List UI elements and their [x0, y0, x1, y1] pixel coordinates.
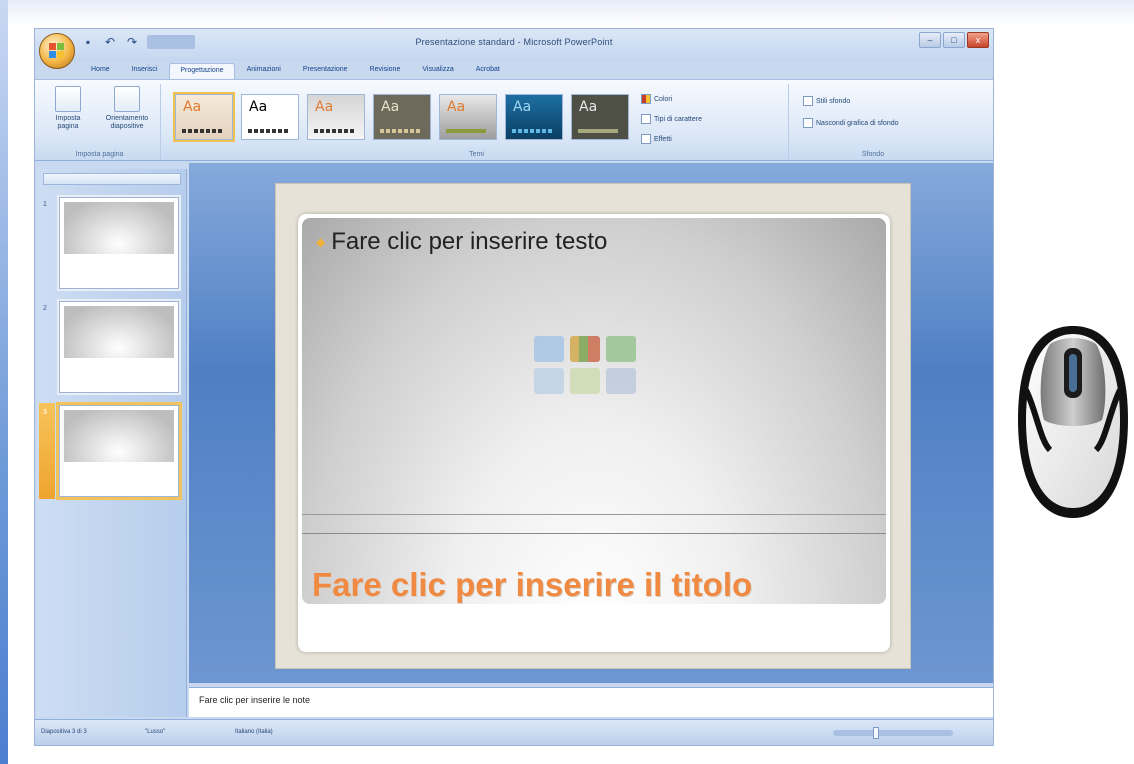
pane-tabs[interactable]: [43, 173, 181, 185]
page-setup-icon: [55, 86, 81, 112]
page-setup-group: Imposta pagina Orientamento diapositive …: [39, 84, 161, 160]
page-setup-group-label: Imposta pagina: [75, 151, 124, 158]
hide-background-checkbox[interactable]: Nascondi grafica di sfondo: [803, 118, 899, 128]
tab-inserisci[interactable]: Inserisci: [122, 63, 168, 79]
office-button[interactable]: [39, 33, 75, 69]
title-placeholder-text[interactable]: Fare clic per inserire il titolo: [312, 566, 752, 604]
background-group: Stili sfondo Nascondi grafica di sfondo …: [793, 84, 953, 160]
office-logo-icon: [49, 43, 65, 59]
notes-pane[interactable]: Fare clic per inserire le note: [189, 687, 993, 717]
slide-editing-area: ◆ Fare clic per inserire testo Fare clic…: [189, 163, 993, 683]
insert-media-icon[interactable]: [606, 368, 636, 394]
maximize-button[interactable]: □: [943, 32, 965, 48]
slide-thumbnail-1[interactable]: [59, 197, 179, 289]
close-button[interactable]: x: [967, 32, 989, 48]
background-styles-button[interactable]: Stili sfondo: [803, 96, 850, 106]
language-status[interactable]: Italiano (Italia): [235, 729, 273, 735]
tab-home[interactable]: Home: [81, 63, 120, 79]
status-bar: Diapositiva 3 di 3 "Lusso" Italiano (Ita…: [35, 719, 993, 745]
insert-content-icons: [534, 336, 638, 396]
selection-marker: [39, 403, 55, 499]
theme-thumb-5[interactable]: Aa: [439, 94, 497, 140]
effects-button[interactable]: Effetti: [641, 134, 672, 144]
colors-icon: [641, 94, 651, 104]
tab-presentazione[interactable]: Presentazione: [293, 63, 358, 79]
colors-button[interactable]: Colori: [641, 94, 672, 104]
thumb-number: 3: [43, 409, 47, 416]
theme-thumb-6[interactable]: Aa: [505, 94, 563, 140]
title-bar: ▪ ↶ ↷ Presentazione standard - Microsoft…: [35, 29, 993, 61]
theme-name: "Lusso": [145, 729, 166, 735]
tab-progettazione[interactable]: Progettazione: [169, 63, 235, 79]
tab-acrobat[interactable]: Acrobat: [466, 63, 510, 79]
window-controls: – □ x: [919, 32, 989, 48]
tab-animazioni[interactable]: Animazioni: [237, 63, 291, 79]
insert-smartart-icon[interactable]: [606, 336, 636, 362]
slide-thumbnail-3[interactable]: [59, 405, 179, 497]
insert-picture-icon[interactable]: [534, 368, 564, 394]
slide-divider-lines: [302, 514, 886, 534]
slide-frame: ◆ Fare clic per inserire testo Fare clic…: [275, 183, 911, 669]
computer-mouse-illustration: [1018, 326, 1128, 518]
background-styles-icon: [803, 96, 813, 106]
zoom-thumb[interactable]: [873, 727, 879, 739]
page-setup-button[interactable]: Imposta pagina: [45, 86, 91, 131]
effects-icon: [641, 134, 651, 144]
background-group-label: Sfondo: [861, 151, 885, 158]
slides-pane: 1 2 3: [37, 169, 187, 717]
slide-background: [302, 218, 886, 604]
insert-chart-icon[interactable]: [570, 336, 600, 362]
ribbon-tabs: Home Inserisci Progettazione Animazioni …: [81, 63, 510, 79]
bullet-icon: ◆: [316, 235, 326, 249]
thumb-number: 2: [43, 305, 47, 312]
window-title: Presentazione standard - Microsoft Power…: [415, 37, 613, 47]
ribbon: Imposta pagina Orientamento diapositive …: [35, 79, 993, 161]
left-accent-strip: [0, 0, 8, 764]
themes-group: Aa Aa Aa Aa Aa Aa Aa Colori Tipi di cara…: [165, 84, 789, 160]
current-slide: ◆ Fare clic per inserire testo Fare clic…: [298, 214, 890, 652]
zoom-slider[interactable]: [833, 727, 953, 739]
fonts-button[interactable]: Tipi di carattere: [641, 114, 702, 124]
orientation-icon: [114, 86, 140, 112]
powerpoint-window: ▪ ↶ ↷ Presentazione standard - Microsoft…: [34, 28, 994, 746]
top-band: [0, 0, 1134, 26]
themes-group-label: Temi: [469, 151, 484, 158]
content-placeholder[interactable]: ◆ Fare clic per inserire testo: [316, 228, 607, 256]
tab-revisione[interactable]: Revisione: [360, 63, 411, 79]
theme-thumb-4[interactable]: Aa: [373, 94, 431, 140]
theme-thumb-3[interactable]: Aa: [307, 94, 365, 140]
theme-thumb-2[interactable]: Aa: [241, 94, 299, 140]
screen: ▪ ↶ ↷ Presentazione standard - Microsoft…: [0, 0, 1134, 764]
slide-thumbnail-2[interactable]: [59, 301, 179, 393]
checkbox-icon: [803, 118, 813, 128]
insert-table-icon[interactable]: [534, 336, 564, 362]
thumb-number: 1: [43, 201, 47, 208]
theme-thumb-7[interactable]: Aa: [571, 94, 629, 140]
content-placeholder-text: Fare clic per inserire testo: [331, 228, 608, 255]
slide-counter: Diapositiva 3 di 3: [41, 729, 87, 735]
theme-thumb-1[interactable]: Aa: [173, 92, 235, 142]
insert-clipart-icon[interactable]: [570, 368, 600, 394]
fonts-icon: [641, 114, 651, 124]
orientation-button[interactable]: Orientamento diapositive: [99, 86, 155, 131]
minimize-button[interactable]: –: [919, 32, 941, 48]
tab-visualizza[interactable]: Visualizza: [412, 63, 463, 79]
